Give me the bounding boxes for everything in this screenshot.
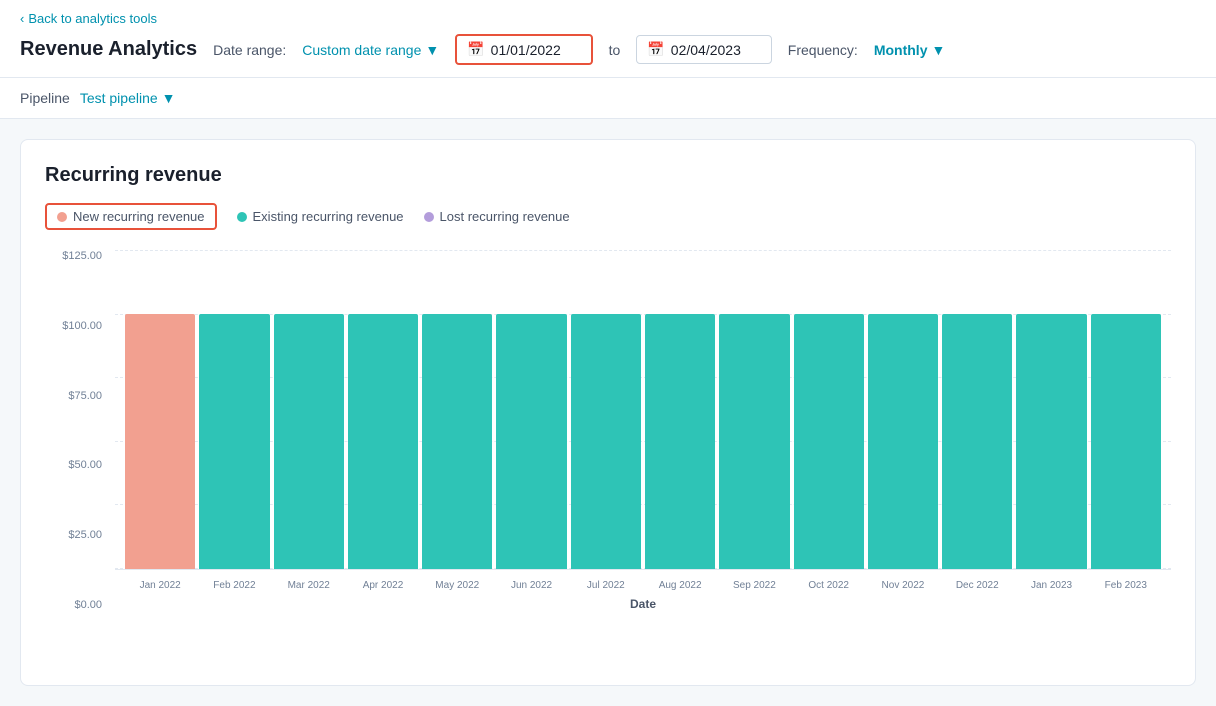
x-label: Jan 2023 bbox=[1016, 580, 1086, 591]
x-label: May 2022 bbox=[422, 580, 492, 591]
x-label: Sep 2022 bbox=[719, 580, 789, 591]
legend-item-existing[interactable]: Existing recurring revenue bbox=[237, 209, 404, 224]
legend-dot-new bbox=[57, 212, 67, 222]
bar-group bbox=[1091, 250, 1161, 569]
legend-item-lost[interactable]: Lost recurring revenue bbox=[424, 209, 570, 224]
back-link[interactable]: ‹ Back to analytics tools bbox=[20, 11, 157, 26]
pipeline-chevron-icon: ▼ bbox=[162, 90, 176, 106]
y-axis: $125.00 $100.00 $75.00 $50.00 $25.00 $0.… bbox=[45, 250, 110, 611]
x-label: Jun 2022 bbox=[496, 580, 566, 591]
to-label: to bbox=[609, 42, 621, 58]
date-range-label: Date range: bbox=[213, 42, 286, 58]
freq-label: Frequency: bbox=[788, 42, 858, 58]
x-label: Oct 2022 bbox=[794, 580, 864, 591]
bar-new[interactable] bbox=[125, 314, 195, 569]
custom-date-range-button[interactable]: Custom date range ▼ bbox=[302, 42, 439, 58]
bar-existing[interactable] bbox=[645, 314, 715, 569]
chart-inner bbox=[115, 250, 1171, 570]
y-label-0: $0.00 bbox=[45, 599, 110, 611]
y-label-25: $25.00 bbox=[45, 529, 110, 541]
pipeline-selector-button[interactable]: Test pipeline ▼ bbox=[80, 90, 176, 106]
page-title: Revenue Analytics bbox=[20, 38, 197, 61]
y-label-125: $125.00 bbox=[45, 250, 110, 262]
frequency-button[interactable]: Monthly ▼ bbox=[874, 42, 946, 58]
bar-group bbox=[496, 250, 566, 569]
bar-existing[interactable] bbox=[1091, 314, 1161, 569]
bar-existing[interactable] bbox=[422, 314, 492, 569]
bar-group bbox=[942, 250, 1012, 569]
bar-existing[interactable] bbox=[1016, 314, 1086, 569]
chevron-down-icon: ▼ bbox=[425, 42, 439, 58]
legend-label-new: New recurring revenue bbox=[73, 209, 205, 224]
bar-group bbox=[199, 250, 269, 569]
legend-label-lost: Lost recurring revenue bbox=[440, 209, 570, 224]
bar-group bbox=[868, 250, 938, 569]
x-label: Feb 2022 bbox=[199, 580, 269, 591]
bar-existing[interactable] bbox=[942, 314, 1012, 569]
bar-group bbox=[1016, 250, 1086, 569]
calendar-icon-2: 📅 bbox=[647, 41, 664, 58]
chart-area: $125.00 $100.00 $75.00 $50.00 $25.00 $0.… bbox=[45, 250, 1171, 661]
bar-group bbox=[348, 250, 418, 569]
x-label: Jul 2022 bbox=[571, 580, 641, 591]
end-date-input-wrapper[interactable]: 📅 bbox=[636, 35, 771, 64]
bar-existing[interactable] bbox=[199, 314, 269, 569]
bar-group bbox=[794, 250, 864, 569]
bar-existing[interactable] bbox=[794, 314, 864, 569]
custom-date-label: Custom date range bbox=[302, 42, 421, 58]
bar-group bbox=[274, 250, 344, 569]
freq-chevron-icon: ▼ bbox=[931, 42, 945, 58]
chart-card: Recurring revenue New recurring revenue … bbox=[20, 139, 1196, 686]
bar-group bbox=[125, 250, 195, 569]
chart-legend: New recurring revenue Existing recurring… bbox=[45, 203, 1171, 230]
bar-existing[interactable] bbox=[496, 314, 566, 569]
bar-existing[interactable] bbox=[571, 314, 641, 569]
x-label: Jan 2022 bbox=[125, 580, 195, 591]
y-label-100: $100.00 bbox=[45, 320, 110, 332]
x-label: Nov 2022 bbox=[868, 580, 938, 591]
legend-label-existing: Existing recurring revenue bbox=[253, 209, 404, 224]
x-axis-title: Date bbox=[115, 597, 1171, 611]
bar-existing[interactable] bbox=[868, 314, 938, 569]
bar-group bbox=[719, 250, 789, 569]
legend-item-new[interactable]: New recurring revenue bbox=[45, 203, 217, 230]
y-label-50: $50.00 bbox=[45, 459, 110, 471]
bar-group bbox=[645, 250, 715, 569]
x-label: Dec 2022 bbox=[942, 580, 1012, 591]
chart-title: Recurring revenue bbox=[45, 164, 1171, 187]
bars-container bbox=[115, 250, 1171, 569]
pipeline-value: Test pipeline bbox=[80, 90, 158, 106]
calendar-icon: 📅 bbox=[467, 41, 484, 58]
freq-value: Monthly bbox=[874, 42, 928, 58]
x-axis: Jan 2022 Feb 2022 Mar 2022 Apr 2022 May 2022… bbox=[115, 574, 1171, 591]
legend-dot-existing bbox=[237, 212, 247, 222]
x-label: Aug 2022 bbox=[645, 580, 715, 591]
bar-group bbox=[422, 250, 492, 569]
start-date-input[interactable] bbox=[491, 42, 581, 58]
end-date-input[interactable] bbox=[671, 42, 761, 58]
back-arrow-icon: ‹ bbox=[20, 11, 24, 26]
bar-existing[interactable] bbox=[719, 314, 789, 569]
legend-dot-lost bbox=[424, 212, 434, 222]
x-label: Mar 2022 bbox=[274, 580, 344, 591]
x-label: Feb 2023 bbox=[1091, 580, 1161, 591]
back-link-label: Back to analytics tools bbox=[28, 11, 157, 26]
x-label: Apr 2022 bbox=[348, 580, 418, 591]
start-date-input-wrapper[interactable]: 📅 bbox=[455, 34, 592, 65]
bar-group bbox=[571, 250, 641, 569]
bar-existing[interactable] bbox=[274, 314, 344, 569]
pipeline-label: Pipeline bbox=[20, 90, 70, 106]
pipeline-bar: Pipeline Test pipeline ▼ bbox=[0, 78, 1216, 119]
bar-existing[interactable] bbox=[348, 314, 418, 569]
y-label-75: $75.00 bbox=[45, 390, 110, 402]
